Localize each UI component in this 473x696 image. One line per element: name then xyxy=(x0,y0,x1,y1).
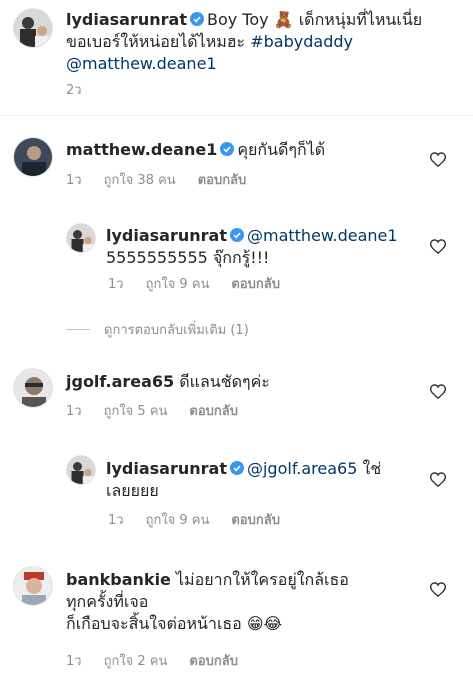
reply-1-text: lydiasarunrat @matthew.deane1 5555555555 … xyxy=(106,225,426,269)
verified-badge-icon xyxy=(189,12,204,26)
reply-1-meta: 1ว ถูกใจ 9 คน ตอบกลับ xyxy=(108,276,302,294)
comment-2-text: jgolf.area65 ดีแลนชัดๆค่ะ xyxy=(66,371,270,393)
reply-mention[interactable]: @matthew.deane1 xyxy=(247,226,398,245)
avatar-image xyxy=(14,9,52,47)
comment-likes[interactable]: ถูกใจ 9 คน xyxy=(146,513,210,528)
caption-time: 2ว xyxy=(66,82,104,100)
reply-avatar-lydia[interactable] xyxy=(66,223,96,253)
comment-1-text: matthew.deane1 คุยกันดีๆก็ได้ xyxy=(66,139,325,161)
avatar-image xyxy=(67,456,95,484)
reply-avatar-lydia[interactable] xyxy=(66,455,96,485)
more-replies-line xyxy=(66,329,90,330)
comment-body: ไม่อยากให้ใครอยู่ใกล้เธอ xyxy=(176,570,349,589)
verified-badge-icon xyxy=(229,228,244,242)
reply-2-meta: 1ว ถูกใจ 9 คน ตอบกลับ xyxy=(108,512,302,530)
caption-text: lydiasarunrat Boy Toy 🧸 เด็กหนุ่มที่ไหนเน… xyxy=(66,9,456,75)
comment-body-line2: ทุกครั้งที่เจอ xyxy=(66,592,149,611)
reply-button[interactable]: ตอบกลับ xyxy=(231,277,280,292)
view-more-replies[interactable]: ดูการตอบกลับเพิ่มเติม (1) xyxy=(66,319,249,340)
comment-2-meta: 1ว ถูกใจ 5 คน ตอบกลับ xyxy=(66,403,260,421)
avatar-image xyxy=(14,369,52,407)
heart-outline-icon[interactable] xyxy=(430,582,446,597)
caption-text-line1: Boy Toy 🧸 เด็กหนุ่มที่ไหนเนี่ย xyxy=(206,10,423,29)
heart-outline-icon[interactable] xyxy=(430,152,446,167)
avatar-image xyxy=(67,224,95,252)
comment-1-meta: 1ว ถูกใจ 38 คน ตอบกลับ xyxy=(66,172,268,190)
avatar-image xyxy=(14,567,52,605)
avatar-image xyxy=(14,138,52,176)
verified-badge-icon xyxy=(220,142,235,156)
heart-outline-icon[interactable] xyxy=(430,384,446,399)
comment-body-line3: ก็เกือบจะสิ้นใจต่อหน้าเธอ xyxy=(66,614,242,633)
comment-likes[interactable]: ถูกใจ 2 คน xyxy=(104,654,168,669)
verified-badge-icon xyxy=(229,461,244,475)
comment-time: 1ว xyxy=(108,277,124,292)
comment-body: คุยกันดีๆก็ได้ xyxy=(237,140,326,159)
comment-body-line2: เลยยยย xyxy=(106,481,159,500)
caption-avatar[interactable] xyxy=(13,8,53,48)
comment-time: 1ว xyxy=(66,173,82,188)
comment-username[interactable]: lydiasarunrat xyxy=(106,226,227,245)
comment-likes[interactable]: ถูกใจ 38 คน xyxy=(104,173,176,188)
caption-username[interactable]: lydiasarunrat xyxy=(66,10,187,29)
caption-time-value: 2ว xyxy=(66,83,82,98)
comment-3-text: bankbankie ไม่อยากให้ใครอยู่ใกล้เธอ ทุกค… xyxy=(66,569,426,635)
caption-mention[interactable]: @matthew.deane1 xyxy=(66,54,217,73)
comment-username[interactable]: lydiasarunrat xyxy=(106,459,227,478)
caption-text-line2: ขอเบอร์ให้หน่อยได้ไหมฮะ xyxy=(66,32,246,51)
reply-button[interactable]: ตอบกลับ xyxy=(189,654,238,669)
comment-likes[interactable]: ถูกใจ 5 คน xyxy=(104,404,168,419)
reply-button[interactable]: ตอบกลับ xyxy=(231,513,280,528)
comment-username[interactable]: jgolf.area65 xyxy=(66,372,174,391)
laugh-emoji-icon: 😁😂 xyxy=(246,614,283,633)
caption-hashtag[interactable]: #babydaddy xyxy=(250,32,353,51)
comment-body: 5555555555 จุ๊กกรู้!!! xyxy=(106,248,270,267)
comment-time: 1ว xyxy=(108,513,124,528)
caption-divider xyxy=(0,115,473,116)
reply-2-text: lydiasarunrat @jgolf.area65 ใช่ เลยยยย xyxy=(106,458,426,502)
comment-avatar-matthew[interactable] xyxy=(13,137,53,177)
reply-mention[interactable]: @jgolf.area65 xyxy=(247,459,357,478)
comment-username[interactable]: matthew.deane1 xyxy=(66,140,217,159)
comment-username[interactable]: bankbankie xyxy=(66,570,171,589)
comment-3-meta: 1ว ถูกใจ 2 คน ตอบกลับ xyxy=(66,653,260,671)
reply-button[interactable]: ตอบกลับ xyxy=(198,173,247,188)
comment-body: ดีแลนชัดๆค่ะ xyxy=(179,372,270,391)
comment-time: 1ว xyxy=(66,404,82,419)
heart-outline-icon[interactable] xyxy=(430,472,446,487)
comment-time: 1ว xyxy=(66,654,82,669)
heart-outline-icon[interactable] xyxy=(430,239,446,254)
comment-likes[interactable]: ถูกใจ 9 คน xyxy=(146,277,210,292)
comment-avatar-jgolf[interactable] xyxy=(13,368,53,408)
comment-body: ใช่ xyxy=(362,459,382,478)
reply-button[interactable]: ตอบกลับ xyxy=(189,404,238,419)
more-replies-label[interactable]: ดูการตอบกลับเพิ่มเติม (1) xyxy=(104,319,249,340)
comment-avatar-bankbankie[interactable] xyxy=(13,566,53,606)
